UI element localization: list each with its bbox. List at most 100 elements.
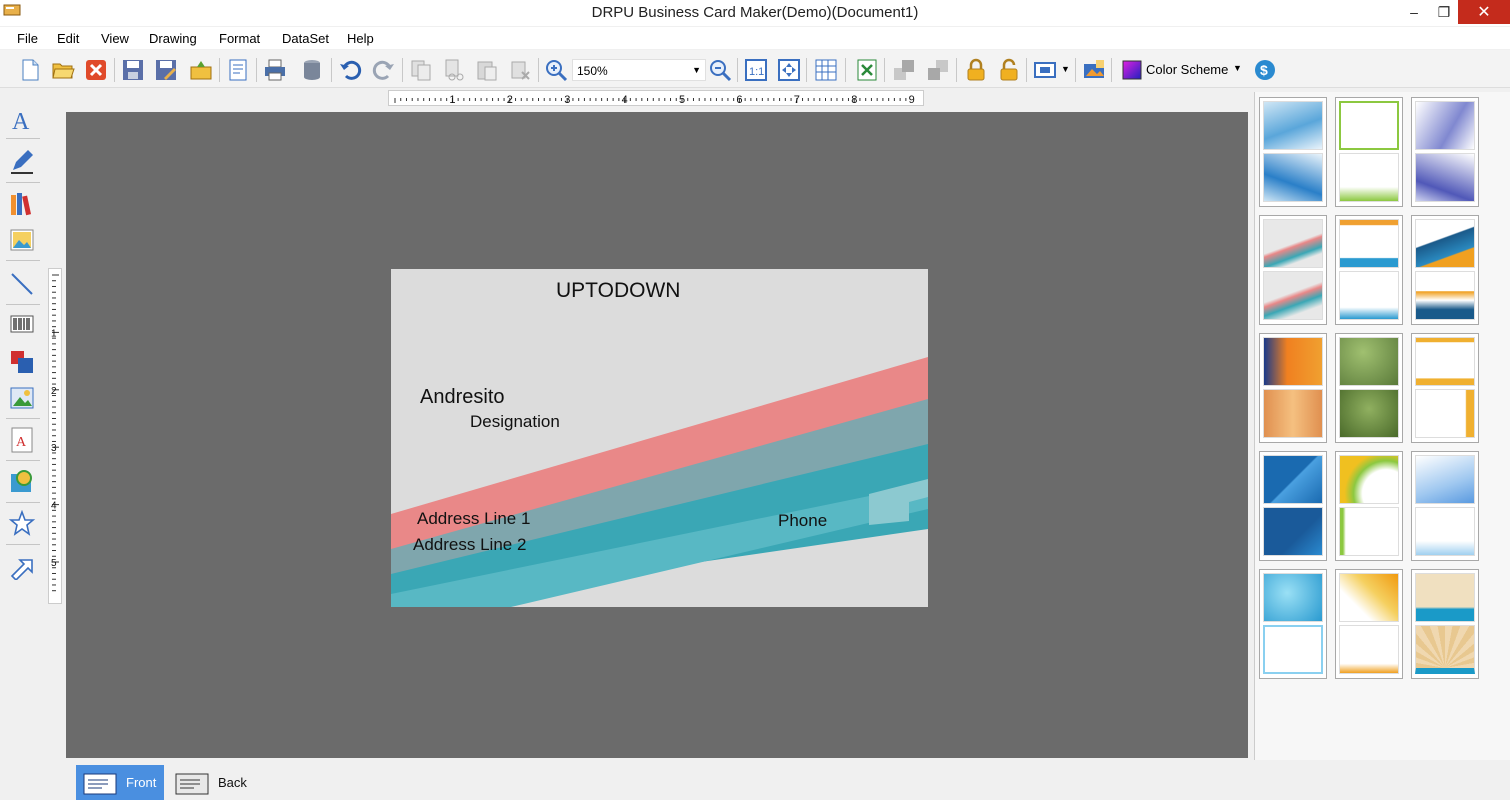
- tab-front[interactable]: Front: [76, 765, 164, 800]
- toolbar-separator: [256, 58, 257, 82]
- pencil-tool-icon[interactable]: [8, 148, 36, 176]
- menu-dataset[interactable]: DataSet: [282, 31, 329, 46]
- close-document-icon[interactable]: [84, 58, 108, 82]
- toolbar-separator: [114, 58, 115, 82]
- close-button[interactable]: ✕: [1458, 0, 1510, 24]
- tab-front-label: Front: [126, 775, 157, 790]
- align-icon[interactable]: [1033, 58, 1057, 82]
- print-icon[interactable]: [263, 58, 287, 82]
- save-icon[interactable]: [121, 58, 145, 82]
- minimize-button[interactable]: –: [1398, 0, 1430, 24]
- toolbar-separator: [1111, 58, 1112, 82]
- template-tile[interactable]: [1335, 569, 1403, 679]
- zoom-out-icon[interactable]: [708, 58, 732, 82]
- menu-bar: File Edit View Drawing Format DataSet He…: [0, 27, 1510, 49]
- color-scheme-dropdown[interactable]: Color Scheme ▼: [1120, 58, 1246, 82]
- save-as-icon[interactable]: [154, 58, 178, 82]
- purchase-icon[interactable]: $: [1253, 58, 1277, 82]
- vertical-ruler: 1 2 3 4 5: [48, 268, 62, 604]
- excel-icon[interactable]: [855, 58, 879, 82]
- template-tile[interactable]: [1259, 451, 1327, 561]
- new-document-icon[interactable]: [18, 58, 42, 82]
- ruler-ticks: 1 2 3 4 5 6 7 8 9: [394, 94, 915, 105]
- grid-icon[interactable]: [814, 58, 838, 82]
- toolbar-separator: [806, 58, 807, 82]
- ruler-label: 7: [794, 94, 800, 105]
- database-icon[interactable]: [300, 58, 324, 82]
- business-card[interactable]: UPTODOWN Andresito Designation Address L…: [391, 269, 928, 607]
- cut-icon[interactable]: [442, 58, 466, 82]
- toolbar-separator: [956, 58, 957, 82]
- address-line-1[interactable]: Address Line 1: [417, 509, 530, 529]
- template-tile[interactable]: [1259, 97, 1327, 207]
- template-tile[interactable]: [1259, 569, 1327, 679]
- menu-format[interactable]: Format: [219, 31, 260, 46]
- phone-text[interactable]: Phone: [778, 511, 827, 531]
- properties-icon[interactable]: [226, 58, 250, 82]
- restore-button[interactable]: ❐: [1428, 0, 1460, 24]
- line-tool-icon[interactable]: [8, 270, 36, 298]
- watermark-tool-icon[interactable]: A: [8, 426, 36, 454]
- chevron-down-icon[interactable]: ▼: [1061, 64, 1071, 88]
- image-tool-icon[interactable]: [8, 226, 36, 254]
- template-tile[interactable]: [1335, 97, 1403, 207]
- delete-icon[interactable]: [508, 58, 532, 82]
- template-tile[interactable]: [1411, 333, 1479, 443]
- paste-icon[interactable]: [475, 58, 499, 82]
- arrow-tool-icon[interactable]: [8, 552, 36, 580]
- signature-tool-icon[interactable]: [8, 468, 36, 496]
- fit-to-window-icon[interactable]: [777, 58, 801, 82]
- toolbar-separator: [402, 58, 403, 82]
- menu-file[interactable]: File: [17, 31, 38, 46]
- menu-view[interactable]: View: [101, 31, 129, 46]
- template-tile[interactable]: [1335, 451, 1403, 561]
- zoom-dropdown[interactable]: 150% ▼: [572, 59, 706, 81]
- card-background-art: [391, 357, 928, 607]
- toolbar-separator: [737, 58, 738, 82]
- template-tile[interactable]: [1411, 97, 1479, 207]
- company-name[interactable]: UPTODOWN: [556, 279, 680, 303]
- text-tool-icon[interactable]: A: [8, 106, 36, 134]
- bring-forward-icon[interactable]: [892, 58, 916, 82]
- svg-text:1:1: 1:1: [749, 66, 764, 78]
- ruler-ticks: 1 2 3 4 5: [51, 274, 59, 592]
- address-line-2[interactable]: Address Line 2: [413, 535, 526, 555]
- template-tile[interactable]: [1411, 451, 1479, 561]
- menu-drawing[interactable]: Drawing: [149, 31, 197, 46]
- menu-help[interactable]: Help: [347, 31, 374, 46]
- undo-icon[interactable]: [338, 58, 362, 82]
- tab-back[interactable]: Back: [168, 765, 258, 800]
- copy-icon[interactable]: [409, 58, 433, 82]
- background-image-icon[interactable]: [1082, 58, 1106, 82]
- zoom-in-icon[interactable]: [544, 58, 568, 82]
- template-tile[interactable]: [1411, 569, 1479, 679]
- ruler-label: 8: [851, 94, 857, 105]
- person-name[interactable]: Andresito: [420, 386, 505, 409]
- title-bar: DRPU Business Card Maker(Demo)(Document1…: [0, 0, 1510, 26]
- open-folder-icon[interactable]: [51, 58, 75, 82]
- template-tile[interactable]: [1259, 215, 1327, 325]
- library-tool-icon[interactable]: [8, 190, 36, 218]
- picture-tool-icon[interactable]: [8, 384, 36, 412]
- menu-edit[interactable]: Edit: [57, 31, 79, 46]
- designation-text[interactable]: Designation: [470, 412, 560, 432]
- export-icon[interactable]: [189, 58, 213, 82]
- shapes-tool-icon[interactable]: [8, 348, 36, 376]
- actual-size-icon[interactable]: 1:1: [744, 58, 768, 82]
- template-tile[interactable]: [1259, 333, 1327, 443]
- send-backward-icon[interactable]: [926, 58, 950, 82]
- toolbar-separator: [219, 58, 220, 82]
- lock-icon[interactable]: [964, 58, 988, 82]
- barcode-tool-icon[interactable]: [8, 310, 36, 338]
- unlock-icon[interactable]: [997, 58, 1021, 82]
- tool-separator: [6, 418, 40, 419]
- svg-text:$: $: [1260, 62, 1268, 78]
- template-tile[interactable]: [1335, 215, 1403, 325]
- template-tile[interactable]: [1411, 215, 1479, 325]
- tool-separator: [6, 138, 40, 139]
- star-tool-icon[interactable]: [8, 510, 36, 538]
- template-tile[interactable]: [1335, 333, 1403, 443]
- ruler-label: 9: [909, 94, 915, 105]
- redo-icon[interactable]: [372, 58, 396, 82]
- tool-separator: [6, 182, 40, 183]
